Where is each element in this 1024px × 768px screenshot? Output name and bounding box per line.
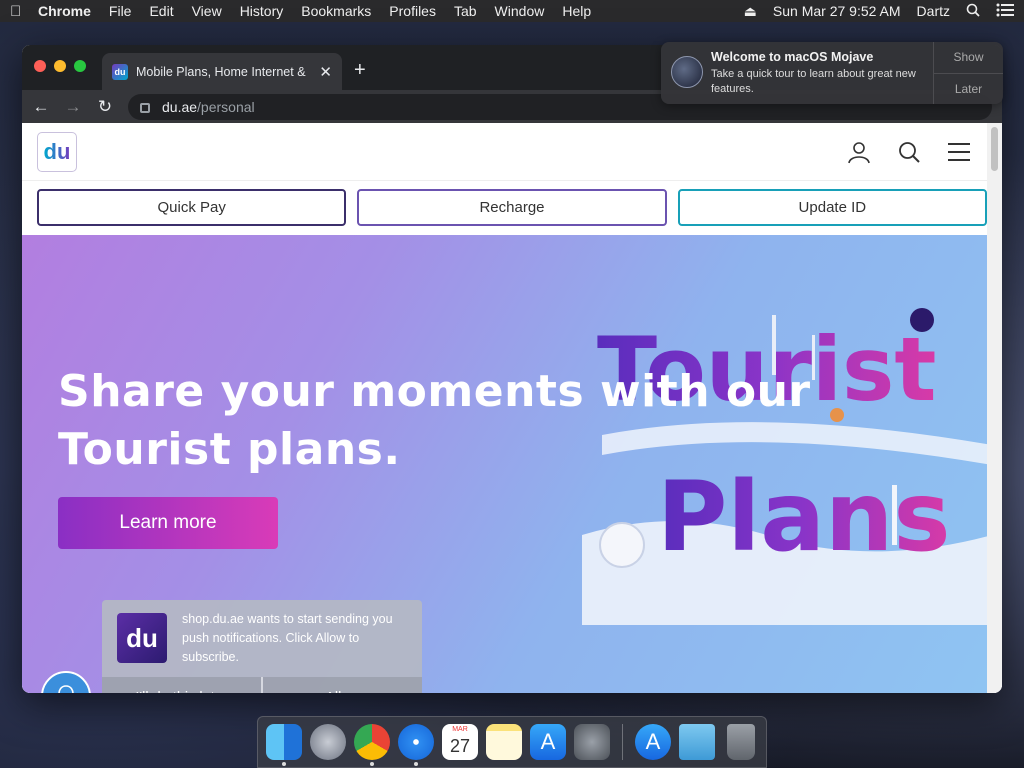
trash-icon[interactable] — [727, 724, 755, 760]
account-icon[interactable] — [847, 140, 871, 164]
window-controls — [34, 60, 86, 72]
menu-history[interactable]: History — [240, 3, 284, 19]
url-path: /personal — [197, 98, 255, 115]
close-window-button[interactable] — [34, 60, 46, 72]
menu-bookmarks[interactable]: Bookmarks — [301, 3, 371, 19]
launchpad-icon[interactable] — [310, 724, 346, 760]
hamburger-menu-icon[interactable] — [947, 140, 971, 164]
quick-actions: Quick Pay Recharge Update ID — [22, 181, 1002, 235]
apple-menu-icon[interactable]:  — [10, 3, 38, 20]
recharge-button[interactable]: Recharge — [357, 189, 667, 226]
site-header: du — [22, 123, 1002, 181]
macos-notification[interactable]: Welcome to macOS Mojave Take a quick tou… — [661, 42, 1003, 104]
back-button[interactable]: ← — [32, 97, 50, 117]
finder-icon[interactable] — [266, 724, 302, 766]
hero-title: Share your moments with our Tourist plan… — [58, 366, 811, 475]
du-logo[interactable]: du — [37, 131, 77, 172]
app-store-download-icon[interactable]: A — [635, 724, 671, 760]
menu-clock[interactable]: Sun Mar 27 9:52 AM — [773, 3, 901, 19]
menu-bar:  Chrome File Edit View History Bookmark… — [0, 0, 1024, 22]
menu-tab[interactable]: Tab — [454, 3, 477, 19]
system-preferences-icon[interactable] — [574, 724, 610, 760]
update-id-button[interactable]: Update ID — [677, 189, 987, 226]
notification-center-icon[interactable] — [996, 3, 1014, 20]
bell-icon — [58, 685, 74, 693]
du-favicon-icon: du — [112, 63, 128, 80]
minimize-window-button[interactable] — [54, 60, 66, 72]
web-page: du Quick Pay Recharge Update ID Tourist … — [22, 123, 1002, 693]
menu-user[interactable]: Dartz — [917, 3, 950, 19]
browser-window: du Mobile Plans, Home Internet & ✕ + ← →… — [22, 45, 1002, 693]
notification-title: Welcome to macOS Mojave — [711, 50, 874, 64]
du-app-logo: du — [117, 613, 167, 663]
menu-app-name[interactable]: Chrome — [38, 3, 91, 19]
notification-body: Take a quick tour to learn about great n… — [711, 68, 916, 95]
lock-icon[interactable] — [140, 102, 150, 113]
menu-view[interactable]: View — [192, 3, 222, 19]
app-store-icon[interactable]: A — [530, 724, 566, 760]
push-notification-prompt: du shop.du.ae wants to start sending you… — [102, 600, 422, 693]
spotlight-search-icon[interactable] — [966, 3, 980, 20]
fullscreen-window-button[interactable] — [74, 60, 86, 72]
quick-pay-button[interactable]: Quick Pay — [37, 189, 347, 226]
notification-show-button[interactable]: Show — [934, 42, 1003, 73]
menu-profiles[interactable]: Profiles — [389, 3, 436, 19]
dock: MAR 27 A A — [257, 716, 767, 768]
url-host: du.ae — [162, 98, 198, 115]
learn-more-button[interactable]: Learn more — [58, 497, 278, 549]
scrollbar-thumb[interactable] — [991, 127, 998, 171]
push-later-button[interactable]: I'll do this later — [102, 677, 261, 693]
downloads-folder-icon[interactable] — [679, 724, 715, 760]
menu-file[interactable]: File — [109, 3, 132, 19]
safari-icon[interactable] — [398, 724, 434, 766]
new-tab-button[interactable]: + — [354, 59, 366, 82]
notes-icon[interactable] — [486, 724, 522, 760]
mojave-icon — [671, 56, 703, 88]
reload-button[interactable]: ↻ — [96, 97, 114, 117]
push-allow-button[interactable]: Allow — [261, 677, 422, 693]
notification-later-button[interactable]: Later — [934, 72, 1003, 105]
calendar-day: 27 — [449, 736, 471, 756]
forward-button[interactable]: → — [64, 97, 82, 117]
menu-help[interactable]: Help — [562, 3, 591, 19]
search-icon[interactable] — [897, 140, 921, 164]
push-prompt-message: shop.du.ae wants to start sending you pu… — [182, 612, 393, 664]
eject-icon[interactable]: ⏏ — [744, 3, 757, 20]
tab-active[interactable]: du Mobile Plans, Home Internet & ✕ — [102, 53, 342, 90]
chrome-icon[interactable] — [354, 724, 390, 766]
page-scrollbar[interactable] — [987, 123, 1002, 693]
menu-edit[interactable]: Edit — [149, 3, 173, 19]
calendar-month: MAR — [452, 726, 468, 733]
tab-title: Mobile Plans, Home Internet & — [136, 64, 306, 79]
menu-window[interactable]: Window — [495, 3, 545, 19]
dock-separator — [622, 724, 623, 760]
close-tab-icon[interactable]: ✕ — [319, 63, 332, 81]
calendar-icon[interactable]: MAR 27 — [442, 724, 478, 760]
